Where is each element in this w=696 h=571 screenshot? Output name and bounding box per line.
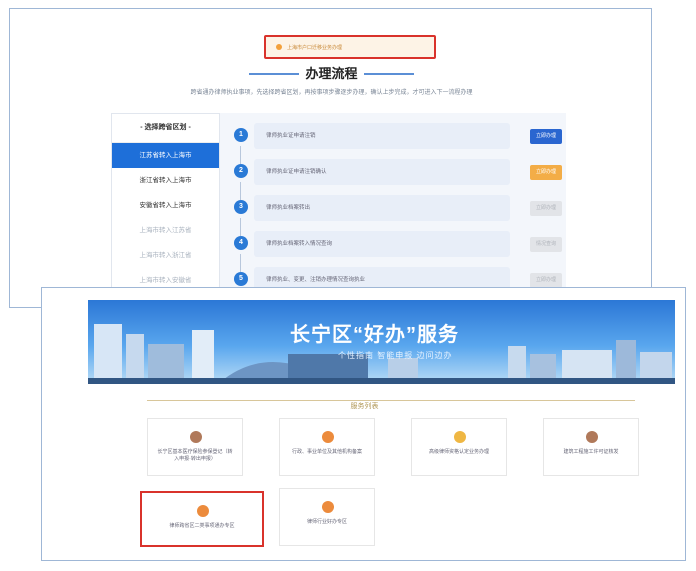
step-1-action-button[interactable]: 立即办理 bbox=[530, 129, 562, 144]
step-4-action-button[interactable]: 情况查询 bbox=[530, 237, 562, 252]
step-2-action-button[interactable]: 立即办理 bbox=[530, 165, 562, 180]
process-title: 办理流程 bbox=[10, 63, 651, 83]
step-3-action-button[interactable]: 立即办理 bbox=[530, 201, 562, 216]
process-panel: 上海市户口迁移业务办理 办理流程 跨省通办律师执业事项，先选择跨省区划，再按事项… bbox=[9, 8, 652, 308]
step-number: 1 bbox=[234, 128, 248, 142]
region-selector: - 选择跨省区划 - 江苏省转入上海市 浙江省转入上海市 安徽省转入上海市 上海… bbox=[111, 113, 220, 295]
certificate-icon bbox=[454, 431, 466, 443]
region-header: - 选择跨省区划 - bbox=[112, 114, 219, 143]
notice-banner: 上海市户口迁移业务办理 bbox=[264, 35, 436, 59]
building-icon bbox=[322, 431, 334, 443]
service-card-medical-insurance[interactable]: 长宁区基本医疗保险参保登记（转入申报·转出申报） bbox=[147, 418, 243, 476]
service-card-unit-filing[interactable]: 行政、事业单位及其他机构备案 bbox=[279, 418, 375, 476]
region-item-jiangsu-to-shanghai[interactable]: 江苏省转入上海市 bbox=[112, 143, 219, 168]
service-card-label: 律师行业好办专区 bbox=[306, 519, 347, 525]
service-card-label: 行政、事业单位及其他机构备案 bbox=[291, 449, 362, 455]
step-2: 2 律师执业证申请注销确认 立即办理 bbox=[234, 159, 564, 185]
step-4: 4 律师执业档案转入情况查询 情况查询 bbox=[234, 231, 564, 257]
step-bar: 律师执业档案转入情况查询 bbox=[254, 231, 510, 257]
process-subtitle: 跨省通办律师执业事项，先选择跨省区划，再按事项步骤逐步办理，确认上步完成，才可进… bbox=[190, 90, 473, 96]
step-label: 律师执业证申请注销确认 bbox=[266, 169, 327, 175]
step-bar: 律师执业证申请注销确认 bbox=[254, 159, 510, 185]
construction-icon bbox=[586, 431, 598, 443]
step-label: 律师执业档案转入情况查询 bbox=[266, 241, 333, 247]
city-banner-image: 长宁区“好办”服务 个性指南 智能申报 边问边办 bbox=[88, 300, 675, 384]
step-number: 5 bbox=[234, 272, 248, 286]
title-line-right bbox=[363, 72, 414, 75]
step-label: 律师执业证申请注销 bbox=[266, 133, 316, 139]
region-item-shanghai-to-zhejiang[interactable]: 上海市转入浙江省 bbox=[112, 243, 219, 268]
service-card-lawyer-qualification[interactable]: 高级律师资格认定业务办理 bbox=[411, 418, 507, 476]
service-card-label: 律师跨省区二类事项通办专区 bbox=[169, 523, 235, 529]
scale-icon bbox=[322, 501, 334, 513]
step-list: 1 律师执业证申请注销 立即办理 2 律师执业证申请注销确认 立即办理 3 律师… bbox=[220, 113, 566, 303]
title-line-left bbox=[249, 72, 300, 75]
section-title: 服务列表 bbox=[42, 395, 685, 413]
region-item-zhejiang-to-shanghai[interactable]: 浙江省转入上海市 bbox=[112, 168, 219, 193]
document-icon bbox=[190, 431, 202, 443]
service-card-label: 高级律师资格认定业务办理 bbox=[428, 449, 489, 455]
step-number: 3 bbox=[234, 200, 248, 214]
service-card-lawyer-industry[interactable]: 律师行业好办专区 bbox=[279, 488, 375, 546]
step-number: 2 bbox=[234, 164, 248, 178]
service-card-label: 长宁区基本医疗保险参保登记（转入申报·转出申报） bbox=[157, 449, 233, 462]
section-title-text: 服务列表 bbox=[340, 403, 389, 410]
step-number: 4 bbox=[234, 236, 248, 250]
service-card-label: 建筑工程施工许可证核发 bbox=[563, 449, 619, 455]
region-item-shanghai-to-jiangsu[interactable]: 上海市转入江苏省 bbox=[112, 218, 219, 243]
notice-dot-icon bbox=[276, 44, 282, 50]
region-item-anhui-to-shanghai[interactable]: 安徽省转入上海市 bbox=[112, 193, 219, 218]
service-card-construction-permit[interactable]: 建筑工程施工许可证核发 bbox=[543, 418, 639, 476]
step-3: 3 律师执业档案转出 立即办理 bbox=[234, 195, 564, 221]
process-title-text: 办理流程 bbox=[305, 66, 358, 81]
service-card-lawyer-cross-province[interactable]: 律师跨省区二类事项通办专区 bbox=[140, 491, 264, 547]
lawyer-icon bbox=[197, 505, 209, 517]
services-panel: 长宁区“好办”服务 个性指南 智能申报 边问边办 服务列表 长宁区基本医疗保险参… bbox=[41, 287, 686, 561]
banner-title: 长宁区“好办”服务 bbox=[290, 324, 459, 346]
banner-subtitle: 个性指南 智能申报 边问边办 bbox=[338, 351, 453, 360]
step-bar: 律师执业证申请注销 bbox=[254, 123, 510, 149]
step-bar: 律师执业档案转出 bbox=[254, 195, 510, 221]
step-1: 1 律师执业证申请注销 立即办理 bbox=[234, 123, 564, 149]
step-label: 律师执业档案转出 bbox=[266, 205, 311, 211]
step-5-action-button[interactable]: 立即办理 bbox=[530, 273, 562, 288]
notice-text: 上海市户口迁移业务办理 bbox=[287, 44, 343, 51]
